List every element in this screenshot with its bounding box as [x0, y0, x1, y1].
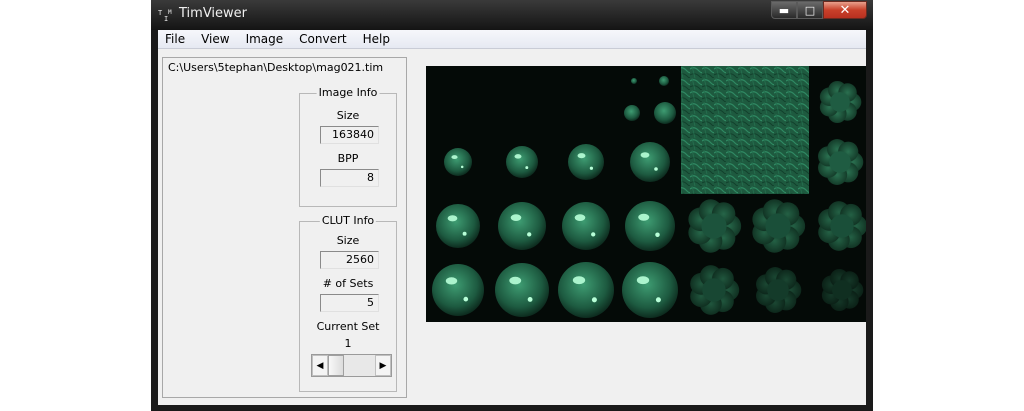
orb-highlight: [655, 232, 660, 237]
orb-highlight: [460, 165, 464, 169]
sprite-orb: [654, 102, 676, 124]
orb-highlight: [591, 297, 597, 303]
clut-size-label: Size: [336, 234, 360, 247]
image-info-title: Image Info: [316, 86, 380, 99]
orb-highlight: [525, 166, 529, 170]
orb-highlight: [591, 232, 596, 237]
sprite-cluster: [821, 268, 864, 312]
texture-image: [432, 66, 866, 318]
orb-highlight: [589, 166, 594, 170]
sprite-orb: [659, 76, 669, 86]
menu-view[interactable]: View: [193, 30, 237, 48]
sprite-cluster: [818, 139, 864, 185]
image-size-label: Size: [336, 109, 360, 122]
menu-image[interactable]: Image: [238, 30, 292, 48]
clut-size-field: 2560: [320, 251, 379, 269]
sprite-orb: [558, 262, 614, 318]
bpp-field: 8: [320, 169, 379, 187]
sprite-orb: [568, 144, 604, 180]
sprite-orb: [630, 142, 670, 182]
sprite-cluster: [752, 199, 806, 253]
client-area: File View Image Convert Help C:\Users\5t…: [158, 30, 866, 405]
current-set-scrollbar[interactable]: ◀ ▶: [311, 354, 392, 377]
orb-highlight: [463, 296, 469, 302]
orb-highlight: [654, 167, 658, 171]
sprite-orb: [444, 148, 472, 176]
orb-highlight: [509, 276, 522, 285]
sprite-orb: [432, 264, 484, 316]
orb-highlight: [636, 276, 650, 285]
sprite-cluster: [819, 80, 862, 124]
sprite-orb: [506, 146, 538, 178]
sprite-cluster: [818, 201, 866, 251]
menu-help[interactable]: Help: [355, 30, 398, 48]
sprite-orb: [436, 204, 480, 248]
image-size-field: 163840: [320, 126, 379, 144]
svg-text:I: I: [164, 15, 168, 23]
sets-field: 5: [320, 294, 379, 312]
noise-texture: [681, 66, 809, 194]
clut-info-group: CLUT Info Size 2560 # of Sets 5 Current …: [299, 214, 397, 392]
menu-bar: File View Image Convert Help: [158, 30, 866, 49]
current-set-value: 1: [344, 337, 352, 350]
window-title: TimViewer: [179, 6, 248, 21]
title-bar[interactable]: T I M TimViewer ▬ □ ✕: [151, 0, 873, 30]
orb-highlight: [640, 152, 650, 158]
sets-label: # of Sets: [322, 277, 374, 290]
maximize-icon: □: [804, 3, 816, 17]
orb-highlight: [638, 213, 650, 221]
orb-highlight: [655, 297, 661, 303]
orb-highlight: [447, 215, 458, 222]
orb-highlight: [574, 214, 586, 221]
clut-info-title: CLUT Info: [319, 214, 377, 227]
caption-buttons: ▬ □ ✕: [771, 1, 867, 20]
sprite-cluster: [688, 199, 742, 253]
minimize-icon: ▬: [778, 3, 790, 17]
file-path: C:\Users\5tephan\Desktop\mag021.tim: [168, 61, 384, 74]
scroll-left-button[interactable]: ◀: [312, 355, 328, 376]
scroll-right-button[interactable]: ▶: [375, 355, 391, 376]
app-icon: T I M: [158, 7, 174, 23]
orb-highlight: [527, 232, 532, 237]
menu-file[interactable]: File: [158, 30, 193, 48]
svg-text:T: T: [158, 9, 163, 17]
svg-text:M: M: [168, 9, 172, 16]
orb-highlight: [510, 214, 522, 221]
tim-image-preview: [426, 66, 866, 322]
menu-convert[interactable]: Convert: [291, 30, 354, 48]
orb-highlight: [527, 297, 533, 302]
current-set-label: Current Set: [316, 320, 380, 333]
app-window: T I M TimViewer ▬ □ ✕ File View Image Co…: [151, 0, 873, 411]
sprite-orb: [622, 262, 678, 318]
image-info-group: Image Info Size 163840 BPP 8: [299, 86, 397, 207]
close-button[interactable]: ✕: [823, 1, 867, 19]
maximize-button[interactable]: □: [797, 1, 823, 19]
sprite-orb: [495, 263, 549, 317]
orb-highlight: [514, 154, 522, 159]
scroll-thumb[interactable]: [328, 355, 344, 376]
info-panel: C:\Users\5tephan\Desktop\mag021.tim Imag…: [162, 57, 407, 398]
sprite-cluster: [756, 267, 802, 313]
arrow-left-icon: ◀: [316, 360, 324, 370]
minimize-button[interactable]: ▬: [771, 1, 797, 19]
sprite-orb: [625, 201, 675, 251]
sprite-orb: [562, 202, 610, 250]
sprite-orb: [624, 105, 640, 121]
orb-highlight: [462, 231, 467, 236]
orb-highlight: [445, 277, 458, 285]
orb-highlight: [451, 155, 458, 160]
sprite-orb: [631, 78, 637, 84]
arrow-right-icon: ▶: [379, 360, 387, 370]
orb-highlight: [572, 276, 586, 285]
bpp-label: BPP: [337, 152, 359, 165]
orb-highlight: [577, 153, 586, 159]
sprite-cluster: [690, 265, 740, 315]
sprite-orb: [498, 202, 546, 250]
close-icon: ✕: [839, 2, 851, 18]
window-bottom-border: [151, 405, 873, 411]
